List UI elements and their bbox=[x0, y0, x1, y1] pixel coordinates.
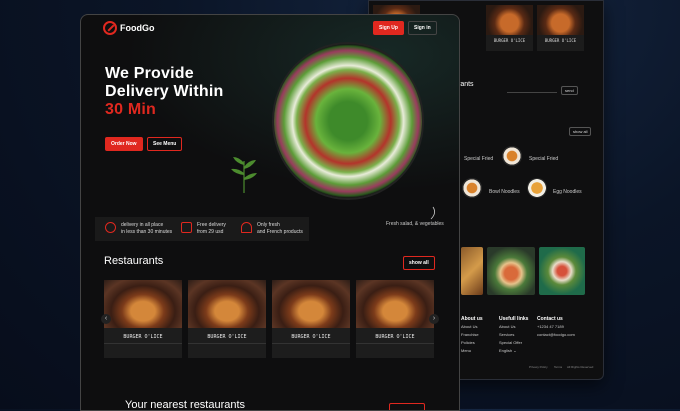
thumb-title: BURGER O'LICE bbox=[493, 38, 526, 43]
footer-link[interactable]: About Us bbox=[461, 324, 477, 329]
footer-email[interactable]: contact@foodgo.com bbox=[537, 332, 575, 337]
carousel-prev-icon[interactable]: ‹ bbox=[101, 314, 111, 324]
footer-link[interactable]: Menu bbox=[461, 348, 471, 353]
truck-icon bbox=[181, 222, 192, 233]
dish-name: Bowl Noodles bbox=[489, 189, 520, 195]
language-select[interactable]: English ⌄ bbox=[499, 348, 517, 353]
footer-about: About us About Us Franchise Policies Men… bbox=[461, 315, 483, 355]
feature-text: Free delivery bbox=[197, 222, 226, 228]
order-now-button[interactable]: Order Now bbox=[105, 137, 143, 151]
thumb-card[interactable]: BURGER O'LICE bbox=[537, 5, 584, 51]
cloche-icon bbox=[241, 222, 252, 233]
see-menu-button[interactable]: See Menu bbox=[147, 137, 183, 151]
footer-title: Contact us bbox=[537, 316, 563, 322]
dish-name: Egg Noodles bbox=[553, 189, 582, 195]
gallery-photo bbox=[539, 247, 585, 295]
footer-contact: Contact us +1234 47 7189 contact@foodgo.… bbox=[537, 315, 575, 339]
restaurant-card[interactable]: BURGER O'LICE bbox=[104, 280, 182, 358]
footer-link[interactable]: About Us bbox=[499, 324, 515, 329]
nearest-show-all-button[interactable] bbox=[389, 403, 425, 410]
brand-name: FoodGo bbox=[120, 23, 155, 33]
footer-link[interactable]: Policies bbox=[461, 340, 475, 345]
feature-item: delivery in all place in less than 30 min… bbox=[105, 222, 172, 236]
footer-link[interactable]: Services bbox=[499, 332, 514, 337]
show-all-button[interactable]: show all bbox=[403, 256, 435, 270]
landing-page: FoodGo Sign Up Sign in We Provide Delive… bbox=[80, 14, 460, 411]
send-button[interactable]: send bbox=[561, 86, 578, 95]
dish-name: Special Fried bbox=[529, 156, 559, 162]
restaurant-card[interactable]: BURGER O'LICE bbox=[272, 280, 350, 358]
sign-up-button[interactable]: Sign Up bbox=[373, 21, 404, 35]
hero-heading: We Provide Delivery Within 30 Min bbox=[105, 65, 223, 119]
footer-link[interactable]: Franchise bbox=[461, 332, 479, 337]
footer-phone: +1234 47 7189 bbox=[537, 324, 564, 329]
restaurant-image bbox=[104, 280, 182, 328]
search-input[interactable] bbox=[507, 87, 557, 93]
brand-logo[interactable]: FoodGo bbox=[103, 21, 155, 35]
legal-text[interactable]: Privacy Policy bbox=[529, 365, 548, 369]
legal-text: All Rights Reserved bbox=[567, 365, 594, 369]
arugula-leaf-icon bbox=[231, 157, 257, 193]
footer-links: Usefull links About Us Services Special … bbox=[499, 315, 528, 355]
hero-line-1: We Provide bbox=[105, 65, 194, 82]
dish-image bbox=[527, 178, 547, 198]
dish-image bbox=[462, 178, 482, 198]
nearest-title: Your nearest restaurants bbox=[125, 399, 246, 411]
show-all-button[interactable]: show all bbox=[569, 127, 592, 136]
feature-text: in less than 30 minutes bbox=[121, 229, 173, 235]
restaurant-card[interactable]: BURGER O'LICE bbox=[356, 280, 434, 358]
restaurant-card[interactable]: BURGER O'LICE bbox=[188, 280, 266, 358]
dish-image bbox=[502, 146, 522, 166]
feature-item: Free delivery from 29 usd bbox=[181, 222, 226, 236]
feature-text: from 29 usd bbox=[197, 229, 224, 235]
dish-name: Special Fried bbox=[464, 156, 494, 162]
footer-title: Usefull links bbox=[499, 316, 529, 322]
salad-plate-image bbox=[274, 44, 422, 198]
restaurant-image bbox=[356, 280, 434, 328]
caption-pointer-icon bbox=[430, 206, 435, 220]
carousel-next-icon[interactable]: › bbox=[429, 314, 439, 324]
gallery-photo bbox=[487, 247, 535, 295]
restaurant-name: BURGER O'LICE bbox=[375, 334, 415, 340]
sign-in-button[interactable]: Sign in bbox=[408, 21, 437, 35]
restaurant-name: BURGER O'LICE bbox=[291, 334, 331, 340]
restaurant-name: BURGER O'LICE bbox=[207, 334, 247, 340]
hero-line-3: 30 Min bbox=[105, 101, 156, 118]
hero-line-2: Delivery Within bbox=[105, 83, 224, 100]
clock-icon bbox=[105, 222, 116, 233]
feature-text: Only fresh bbox=[257, 222, 280, 228]
feature-text: and French products bbox=[257, 229, 303, 235]
gallery-photo bbox=[461, 247, 483, 295]
restaurant-image bbox=[272, 280, 350, 328]
section-title: rants bbox=[458, 81, 474, 88]
feature-item: Only fresh and French products bbox=[241, 222, 303, 236]
restaurant-image bbox=[188, 280, 266, 328]
legal-text[interactable]: Terms bbox=[554, 365, 562, 369]
logo-icon bbox=[103, 21, 117, 35]
restaurants-title: Restaurants bbox=[104, 255, 164, 267]
thumb-card[interactable]: BURGER O'LICE bbox=[486, 5, 533, 51]
footer-title: About us bbox=[461, 316, 483, 322]
plate-caption: Fresh salad, & vegetables bbox=[386, 221, 444, 227]
footer-link[interactable]: Special Offer bbox=[499, 340, 522, 345]
feature-text: delivery in all place bbox=[121, 222, 164, 228]
restaurant-name: BURGER O'LICE bbox=[123, 334, 163, 340]
thumb-title: BURGER O'LICE bbox=[544, 38, 577, 43]
